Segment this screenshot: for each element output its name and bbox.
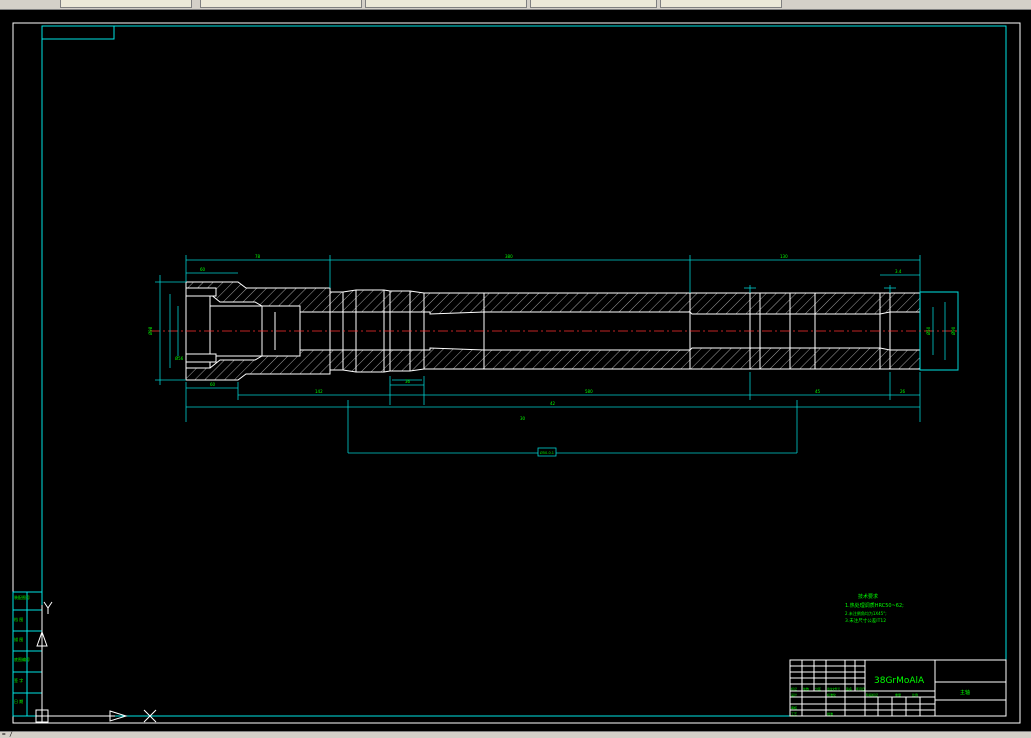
- title-block-label: 标准化: [827, 692, 836, 697]
- notes-line: 2.未注倒角均为1X45°;: [845, 610, 887, 616]
- dim-label: 142: [315, 389, 323, 394]
- command-text: = /: [2, 731, 13, 738]
- center-box-label: Ø50-0.1: [540, 450, 554, 455]
- title-block-label: 工艺: [791, 711, 797, 716]
- notes-line: 3.未注尺寸公差IT12: [845, 617, 886, 624]
- title-block-label: 阶段标记: [866, 692, 878, 697]
- title-block-label: 标记: [791, 686, 797, 691]
- dim-label: 45: [815, 389, 821, 394]
- title-block-label: 设计: [791, 692, 797, 697]
- sheet-border: [12, 22, 1021, 724]
- dim-label: 78: [255, 254, 261, 259]
- left-strip: 装配图号 档 图 描 图 底图编号 签 字 日 期: [12, 591, 43, 717]
- material-label: 38GrMoAlA: [874, 676, 925, 686]
- dim-label: 380: [505, 254, 513, 259]
- title-block: 38GrMoAlA 主轴 标记 处数 分区 更改文件号 签名 年月日 设计 标准…: [789, 659, 1007, 717]
- title-block-label: 批准: [827, 711, 833, 716]
- dim-label: 26: [900, 389, 906, 394]
- command-line[interactable]: = /: [0, 731, 1031, 738]
- left-strip-label: 日 期: [14, 698, 23, 704]
- svg-text:Ø50: Ø50: [926, 326, 931, 335]
- notes-heading: 技术要求: [858, 593, 878, 600]
- left-strip-label: 描 图: [14, 636, 23, 642]
- dim-label: 130: [780, 254, 788, 259]
- toolbar-strip: [0, 0, 1031, 10]
- cad-drawing: 装配图号 档 图 描 图 底图编号 签 字 日 期 78 380 130 60 …: [12, 22, 1021, 724]
- toolbar-tab[interactable]: [530, 0, 657, 8]
- part-name: 主轴: [960, 689, 970, 696]
- toolbar-tab[interactable]: [660, 0, 782, 8]
- title-block-label: 年月日: [856, 686, 865, 691]
- dim-label: 36: [405, 379, 411, 384]
- title-block-label: 更改文件号: [827, 687, 840, 691]
- title-block-label: 比例: [912, 692, 918, 697]
- title-block-label: 处数: [803, 686, 809, 691]
- left-strip-label: 底图编号: [14, 656, 30, 662]
- title-block-label: 重量: [895, 692, 901, 697]
- dim-label: 3.4: [895, 269, 902, 274]
- toolbar-tab[interactable]: [60, 0, 192, 8]
- drawing-canvas[interactable]: 装配图号 档 图 描 图 底图编号 签 字 日 期 78 380 130 60 …: [0, 10, 1031, 731]
- ucs-icon: [35, 601, 157, 723]
- svg-text:Ø98: Ø98: [148, 326, 153, 335]
- left-strip-label: 签 字: [14, 677, 23, 683]
- title-block-label: 分区: [815, 686, 821, 691]
- left-strip-label: 档 图: [14, 616, 23, 622]
- dim-label: 60: [210, 382, 216, 387]
- technical-notes: 技术要求 1.热处理调质HRC50~62; 2.未注倒角均为1X45°; 3.未…: [845, 593, 904, 624]
- toolbar-tab[interactable]: [200, 0, 362, 8]
- notes-line: 1.热处理调质HRC50~62;: [845, 602, 904, 609]
- shaft-section: [150, 281, 960, 381]
- dim-label: 30: [520, 416, 526, 421]
- title-block-label: 签名: [846, 686, 852, 691]
- dim-label: 42: [550, 401, 556, 406]
- dim-label: 580: [585, 389, 593, 394]
- left-strip-label: 装配图号: [14, 594, 30, 600]
- title-block-label: 审核: [791, 705, 797, 710]
- corner-label-box: [41, 25, 115, 40]
- dim-label: 60: [200, 267, 206, 272]
- svg-text:Ø90: Ø90: [951, 326, 956, 335]
- svg-text:Ø56: Ø56: [175, 356, 184, 361]
- toolbar-tab[interactable]: [365, 0, 527, 8]
